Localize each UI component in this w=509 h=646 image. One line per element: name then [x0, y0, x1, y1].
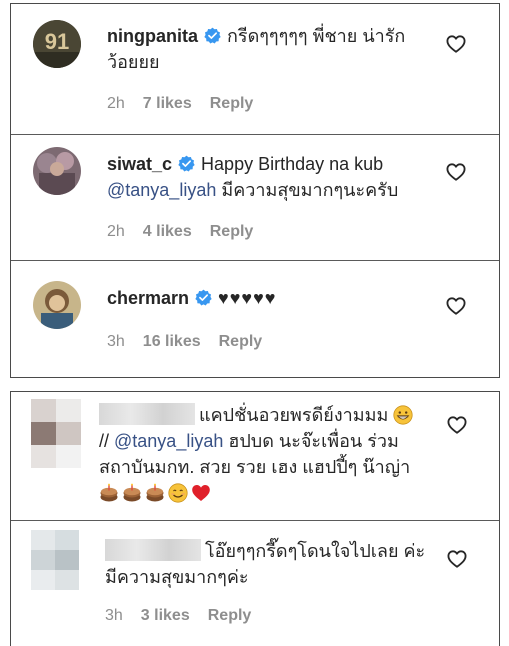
comment-item: แคปชั่นอวยพรดีย์งามมม // @tanya_liyah ฮป… — [11, 392, 499, 522]
comment-time: 3h — [107, 333, 125, 350]
comment-username[interactable]: siwat_c — [107, 154, 172, 174]
comment-text: Happy Birthday na kub — [201, 154, 384, 174]
avatar-label: 91 — [45, 29, 69, 54]
like-heart-icon[interactable] — [447, 416, 467, 434]
reply-button[interactable]: Reply — [210, 223, 254, 240]
comment-time: 2h — [107, 95, 125, 112]
comment-username[interactable]: ningpanita — [107, 26, 198, 46]
reply-button[interactable]: Reply — [219, 333, 263, 350]
blurred-username[interactable] — [105, 539, 201, 561]
mention-link[interactable]: @tanya_liyah — [107, 180, 216, 200]
comment-meta: 3h 3 likes Reply — [105, 607, 269, 625]
comment-body: chermarn ♥♥♥♥♥ — [107, 285, 429, 311]
comment-meta: 2h 7 likes Reply — [107, 95, 271, 113]
avatar[interactable] — [31, 530, 79, 590]
smiling-face-icon — [168, 483, 188, 503]
mention-link[interactable]: @tanya_liyah — [114, 431, 223, 451]
comments-panel-bottom: แคปชั่นอวยพรดีย์งามมม // @tanya_liyah ฮป… — [10, 391, 500, 646]
comment-likes[interactable]: 4 likes — [143, 223, 192, 240]
comment-likes[interactable]: 7 likes — [143, 95, 192, 112]
comment-item: 91 ningpanita กรีดๆๆๆๆๆ พี่ชาย น่ารักว้อย… — [11, 4, 499, 134]
comment-username[interactable]: chermarn — [107, 288, 189, 308]
blurred-username[interactable] — [99, 403, 195, 425]
reply-button[interactable]: Reply — [208, 607, 252, 624]
comment-text: มีความสุขมากๆนะครับ — [216, 180, 399, 200]
like-heart-icon[interactable] — [446, 297, 466, 315]
verified-badge-icon — [195, 289, 212, 306]
comment-body: แคปชั่นอวยพรดีย์งามมม // @tanya_liyah ฮป… — [99, 402, 433, 506]
comment-meta: 3h 16 likes Reply — [107, 333, 280, 351]
reply-button[interactable]: Reply — [210, 95, 254, 112]
avatar[interactable] — [31, 399, 81, 468]
cake-icon — [122, 483, 142, 503]
comments-panel-top: 91 ningpanita กรีดๆๆๆๆๆ พี่ชาย น่ารักว้อย… — [10, 3, 500, 378]
red-heart-icon — [191, 483, 211, 503]
comment-text: // — [99, 431, 115, 451]
comment-likes[interactable]: 16 likes — [143, 333, 201, 350]
like-heart-icon[interactable] — [446, 35, 466, 53]
comment-likes[interactable]: 3 likes — [141, 607, 190, 624]
verified-badge-icon — [204, 27, 221, 44]
comment-body: ningpanita กรีดๆๆๆๆๆ พี่ชาย น่ารักว้อยยย — [107, 23, 429, 75]
avatar[interactable] — [33, 147, 81, 195]
comment-item: chermarn ♥♥♥♥♥ 3h 16 likes Reply — [11, 261, 499, 378]
comment-text: แคปชั่นอวยพรดีย์งามมม — [199, 405, 389, 425]
comment-meta: 2h 4 likes Reply — [107, 223, 271, 241]
avatar[interactable] — [33, 281, 81, 329]
avatar[interactable]: 91 — [33, 20, 81, 68]
like-heart-icon[interactable] — [446, 163, 466, 181]
like-heart-icon[interactable] — [447, 550, 467, 568]
comment-time: 2h — [107, 223, 125, 240]
verified-badge-icon — [178, 155, 195, 172]
comment-text: ♥♥♥♥♥ — [218, 288, 277, 308]
comment-time: 3h — [105, 607, 123, 624]
cake-icon — [99, 483, 119, 503]
cake-icon — [145, 483, 165, 503]
comment-item: โอ๊ยๆๆกรี๊ดๆโดนใจไปเลย ค่ะ มีความสุขมากๆ… — [11, 521, 499, 646]
comment-body: siwat_c Happy Birthday na kub @tanya_liya… — [107, 151, 429, 203]
grinning-face-icon — [393, 405, 413, 425]
comment-item: siwat_c Happy Birthday na kub @tanya_liya… — [11, 135, 499, 260]
comment-body: โอ๊ยๆๆกรี๊ดๆโดนใจไปเลย ค่ะ มีความสุขมากๆ… — [105, 538, 433, 590]
